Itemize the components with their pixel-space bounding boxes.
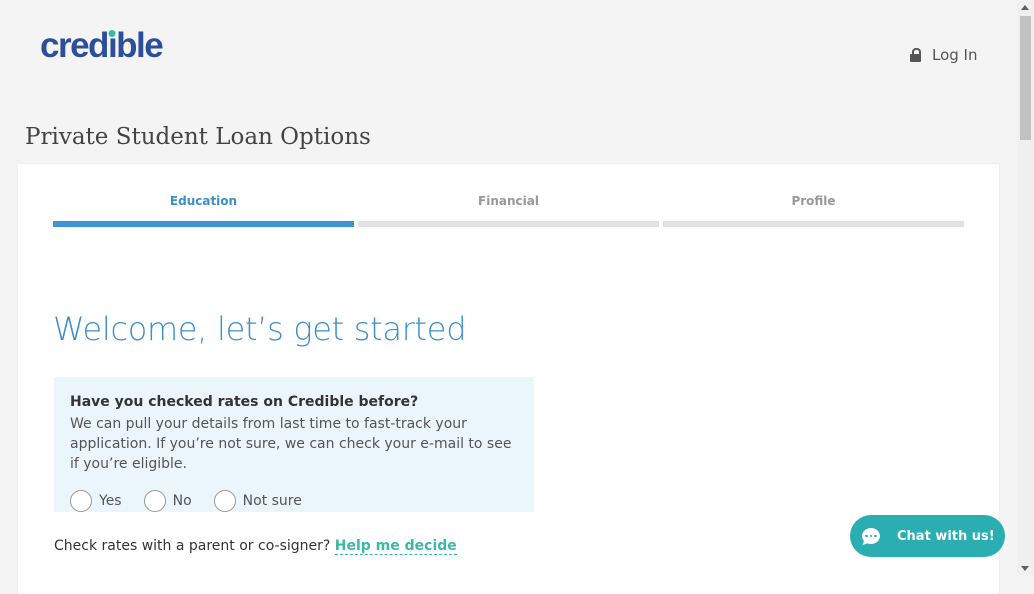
login-label: Log In [932,46,978,64]
scroll-down-arrow-icon[interactable] [1021,566,1029,571]
radio-label: No [172,493,192,509]
radio-yes[interactable]: Yes [70,490,122,512]
cosigner-text: Check rates with a parent or co-signer? [54,538,331,554]
radio-label: Yes [99,493,122,509]
radio-no[interactable]: No [143,490,192,512]
question-title: Have you checked rates on Credible befor… [70,394,419,410]
scroll-up-arrow-icon[interactable] [1021,5,1029,10]
chat-label: Chat with us! [897,528,995,544]
page-title: Private Student Loan Options [25,124,371,150]
scrollbar-thumb[interactable] [1020,16,1031,140]
step-progress-bar [53,221,354,227]
question-description: We can pull your details from last time … [70,416,512,472]
step-label: Education [169,194,238,208]
lock-icon [910,48,921,62]
radio-circle[interactable] [143,490,166,512]
step-label: Financial [478,194,539,208]
step-financial: Financial [358,194,659,227]
radio-circle[interactable] [213,490,236,512]
logo-text-end: ble [116,26,164,65]
step-education: Education [53,194,354,227]
logo-text-start: cred [40,26,109,65]
welcome-heading: Welcome, let’s get started [53,310,467,348]
step-progress-bar [663,221,964,227]
logo-dot-icon [108,30,116,37]
checked-rates-question: Have you checked rates on Credible befor… [54,377,534,512]
login-link[interactable]: Log In [910,46,978,64]
chat-button[interactable]: Chat with us! [850,515,1005,557]
radio-not-sure[interactable]: Not sure [213,490,302,512]
credible-logo[interactable]: credı ble [40,26,164,66]
step-profile: Profile [663,194,964,227]
logo-i: ı [107,26,118,65]
page-scrollbar[interactable] [1017,0,1034,576]
step-progress-bar [358,221,659,227]
radio-circle[interactable] [70,490,92,512]
chat-bubble-icon [862,528,880,544]
help-me-decide-link[interactable]: Help me decide [334,538,457,555]
radio-label: Not sure [242,493,302,509]
answer-options: Yes No Not sure [70,490,518,512]
progress-steps: Education Financial Profile [53,194,964,227]
cosigner-prompt: Check rates with a parent or co-signer? … [54,538,457,555]
step-label: Profile [791,194,836,208]
